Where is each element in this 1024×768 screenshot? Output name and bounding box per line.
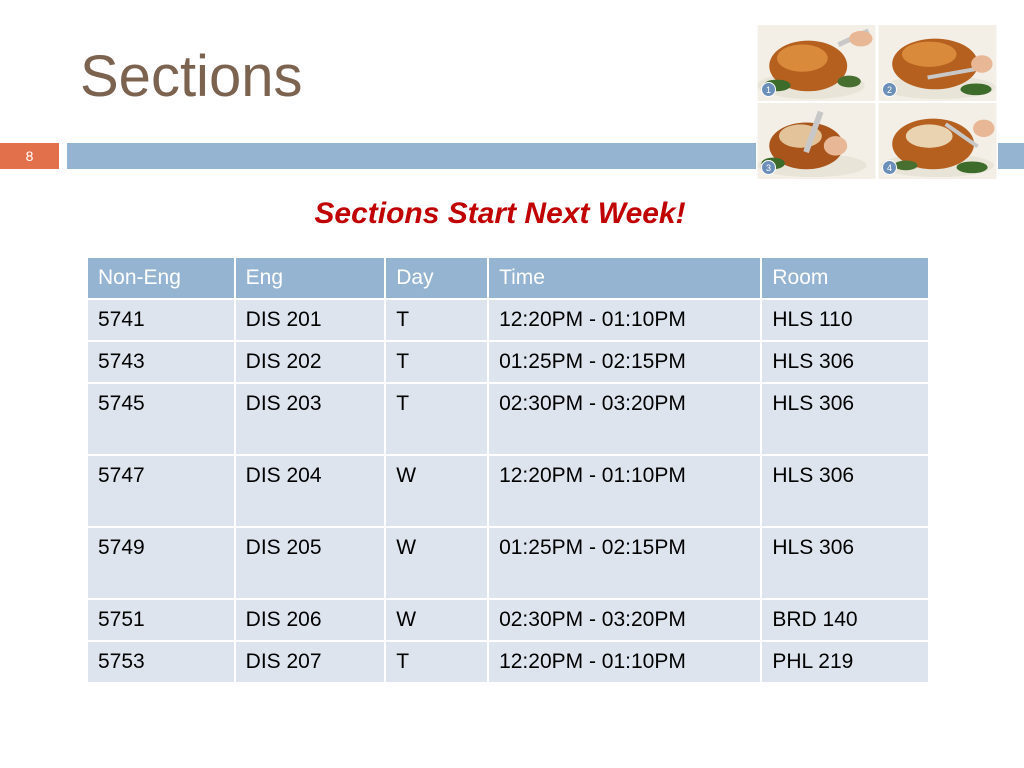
carving-step-photo-3: 3 xyxy=(756,102,877,180)
carving-step-photo-4: 4 xyxy=(877,102,998,180)
cell-non-eng: 5747 xyxy=(86,454,236,528)
cell-day: W xyxy=(384,598,490,642)
step-badge: 2 xyxy=(882,82,897,97)
table-row: 5743 DIS 202 T 01:25PM - 02:15PM HLS 306 xyxy=(86,340,930,384)
carving-step-photo-1: 1 xyxy=(756,24,877,102)
page-number: 8 xyxy=(0,143,59,169)
cell-day: T xyxy=(384,640,490,684)
cell-room: HLS 110 xyxy=(760,298,930,342)
column-header-eng: Eng xyxy=(233,256,387,300)
cell-time: 02:30PM - 03:20PM xyxy=(487,382,763,456)
cell-time: 12:20PM - 01:10PM xyxy=(487,640,763,684)
column-header-non-eng: Non-Eng xyxy=(86,256,236,300)
table-row: 5749 DIS 205 W 01:25PM - 02:15PM HLS 306 xyxy=(86,526,930,600)
cell-eng: DIS 207 xyxy=(233,640,387,684)
cell-eng: DIS 203 xyxy=(233,382,387,456)
table-row: 5753 DIS 207 T 12:20PM - 01:10PM PHL 219 xyxy=(86,640,930,684)
table-row: 5747 DIS 204 W 12:20PM - 01:10PM HLS 306 xyxy=(86,454,930,528)
turkey-carving-photos: 1 2 3 4 xyxy=(756,24,998,180)
cell-room: HLS 306 xyxy=(760,382,930,456)
cell-eng: DIS 202 xyxy=(233,340,387,384)
step-badge: 4 xyxy=(882,160,897,175)
cell-non-eng: 5745 xyxy=(86,382,236,456)
cell-non-eng: 5741 xyxy=(86,298,236,342)
cell-time: 02:30PM - 03:20PM xyxy=(487,598,763,642)
table-row: 5741 DIS 201 T 12:20PM - 01:10PM HLS 110 xyxy=(86,298,930,342)
cell-non-eng: 5751 xyxy=(86,598,236,642)
cell-time: 01:25PM - 02:15PM xyxy=(487,526,763,600)
sections-table: Non-Eng Eng Day Time Room 5741 DIS 201 T… xyxy=(86,256,930,684)
column-header-time: Time xyxy=(487,256,763,300)
column-header-day: Day xyxy=(384,256,490,300)
cell-room: HLS 306 xyxy=(760,526,930,600)
cell-time: 01:25PM - 02:15PM xyxy=(487,340,763,384)
cell-eng: DIS 201 xyxy=(233,298,387,342)
cell-time: 12:20PM - 01:10PM xyxy=(487,298,763,342)
carving-step-photo-2: 2 xyxy=(877,24,998,102)
column-header-room: Room xyxy=(760,256,930,300)
headline: Sections Start Next Week! xyxy=(314,197,686,230)
cell-non-eng: 5753 xyxy=(86,640,236,684)
cell-day: T xyxy=(384,340,490,384)
table-header-row: Non-Eng Eng Day Time Room xyxy=(86,256,930,300)
slide-title: Sections xyxy=(80,44,303,109)
cell-room: HLS 306 xyxy=(760,454,930,528)
cell-room: BRD 140 xyxy=(760,598,930,642)
step-badge: 3 xyxy=(761,160,776,175)
cell-time: 12:20PM - 01:10PM xyxy=(487,454,763,528)
step-badge: 1 xyxy=(761,82,776,97)
cell-room: PHL 219 xyxy=(760,640,930,684)
cell-non-eng: 5749 xyxy=(86,526,236,600)
cell-eng: DIS 205 xyxy=(233,526,387,600)
cell-day: W xyxy=(384,454,490,528)
cell-day: T xyxy=(384,298,490,342)
cell-non-eng: 5743 xyxy=(86,340,236,384)
cell-day: T xyxy=(384,382,490,456)
table-row: 5745 DIS 203 T 02:30PM - 03:20PM HLS 306 xyxy=(86,382,930,456)
table-row: 5751 DIS 206 W 02:30PM - 03:20PM BRD 140 xyxy=(86,598,930,642)
cell-eng: DIS 206 xyxy=(233,598,387,642)
cell-day: W xyxy=(384,526,490,600)
cell-room: HLS 306 xyxy=(760,340,930,384)
cell-eng: DIS 204 xyxy=(233,454,387,528)
